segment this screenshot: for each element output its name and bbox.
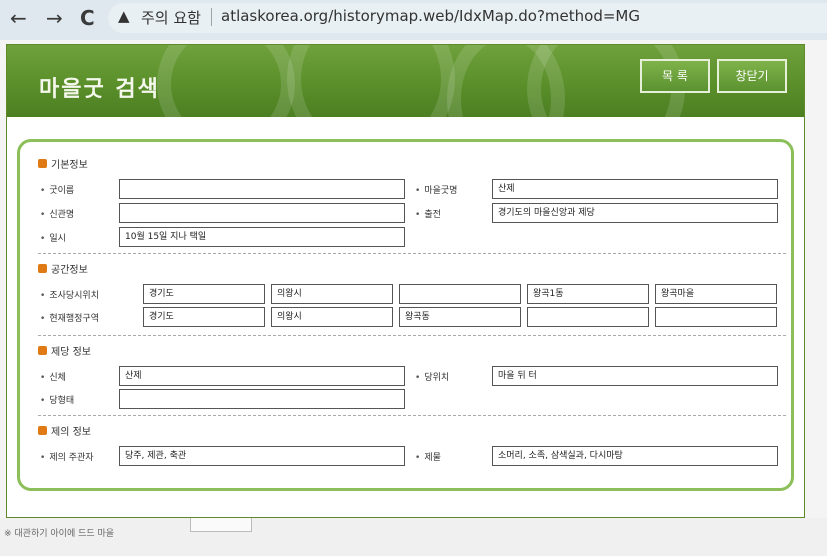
survey-province-field[interactable]: 경기도	[143, 284, 265, 304]
ritual-host-label: 제의 주관자	[40, 450, 93, 463]
admin-town-field[interactable]	[527, 307, 649, 327]
shrine-body-label: 신체	[40, 370, 66, 383]
section-bullet-icon	[38, 426, 47, 435]
section-shrine-title: 제당 정보	[38, 343, 91, 358]
offerings-field[interactable]: 소머리, 소족, 삼색실과, 다시마탕	[492, 446, 778, 466]
survey-city-field[interactable]: 의왕시	[271, 284, 393, 304]
background-page-text: ※ 대관하기 아이에 드드 마을	[4, 529, 115, 539]
source-field[interactable]: 경기도의 마을신앙과 제당	[492, 203, 778, 223]
section-basic-title: 기본정보	[38, 156, 88, 171]
search-form-panel: 기본정보 굿이름 마을굿명 산제 신관명 출전 경기도의 마을신앙과 제당 일시…	[17, 139, 794, 491]
shrine-position-field[interactable]: 마을 뒤 터	[492, 366, 778, 386]
warning-icon[interactable]: ▲	[118, 7, 130, 25]
close-window-button[interactable]: 창닫기	[717, 59, 787, 93]
village-rite-search-popup: 마을굿 검색 목 록 창닫기 기본정보 굿이름 마을굿명 산제 신관명 출전 경…	[6, 44, 805, 518]
background-page-box	[190, 516, 252, 532]
section-ritual-label: 제의 정보	[51, 427, 91, 438]
popup-title: 마을굿 검색	[39, 77, 160, 102]
deity-field[interactable]	[119, 203, 405, 223]
source-label: 출전	[415, 207, 441, 220]
rite-name-label: 굿이름	[40, 183, 74, 196]
rite-name-field[interactable]	[119, 179, 405, 199]
section-bullet-icon	[38, 346, 47, 355]
background-page-strip	[0, 518, 827, 556]
address-url[interactable]: atlaskorea.org/historymap.web/IdxMap.do?…	[221, 7, 640, 25]
shrine-body-field[interactable]: 산제	[119, 366, 405, 386]
shrine-form-field[interactable]	[119, 389, 405, 409]
security-warning-label[interactable]: 주의 요함	[141, 7, 201, 28]
date-field[interactable]: 10월 15일 지나 택일	[119, 227, 405, 247]
section-basic-label: 기본정보	[51, 160, 88, 171]
shrine-position-label: 당위치	[415, 370, 449, 383]
section-location-label: 공간정보	[51, 265, 88, 276]
date-label: 일시	[40, 231, 66, 244]
deity-label: 신관명	[40, 207, 74, 220]
section-shrine-label: 제당 정보	[51, 347, 91, 358]
admin-village-field[interactable]	[655, 307, 777, 327]
section-divider	[38, 415, 786, 416]
forward-arrow-icon[interactable]: →	[46, 6, 63, 30]
ritual-host-field[interactable]: 당주, 제관, 축관	[119, 446, 405, 466]
admin-district-field[interactable]: 왕곡동	[399, 307, 521, 327]
section-ritual-title: 제의 정보	[38, 423, 91, 438]
browser-toolbar: ← → C ▲ 주의 요함 atlaskorea.org/historymap.…	[0, 0, 827, 40]
back-arrow-icon[interactable]: ←	[10, 6, 27, 30]
admin-area-label: 현재행정구역	[40, 311, 99, 324]
section-divider	[38, 253, 786, 254]
admin-city-field[interactable]: 의왕시	[271, 307, 393, 327]
survey-town-field[interactable]: 왕곡1동	[527, 284, 649, 304]
header-swirl-decoration	[287, 45, 455, 117]
survey-village-field[interactable]: 왕곡마을	[655, 284, 777, 304]
shrine-form-label: 당형태	[40, 393, 74, 406]
survey-district-field[interactable]	[399, 284, 521, 304]
reload-icon[interactable]: C	[80, 6, 95, 30]
section-bullet-icon	[38, 264, 47, 273]
section-location-title: 공간정보	[38, 261, 88, 276]
header-swirl-decoration	[157, 45, 295, 117]
offerings-label: 제물	[415, 450, 441, 463]
list-button[interactable]: 목 록	[640, 59, 710, 93]
admin-province-field[interactable]: 경기도	[143, 307, 265, 327]
village-rite-label: 마을굿명	[415, 183, 457, 196]
section-divider	[38, 335, 786, 336]
section-bullet-icon	[38, 159, 47, 168]
survey-location-label: 조사당시위치	[40, 288, 99, 301]
village-rite-field[interactable]: 산제	[492, 179, 778, 199]
address-separator	[211, 8, 212, 26]
popup-header: 마을굿 검색 목 록 창닫기	[7, 45, 804, 117]
